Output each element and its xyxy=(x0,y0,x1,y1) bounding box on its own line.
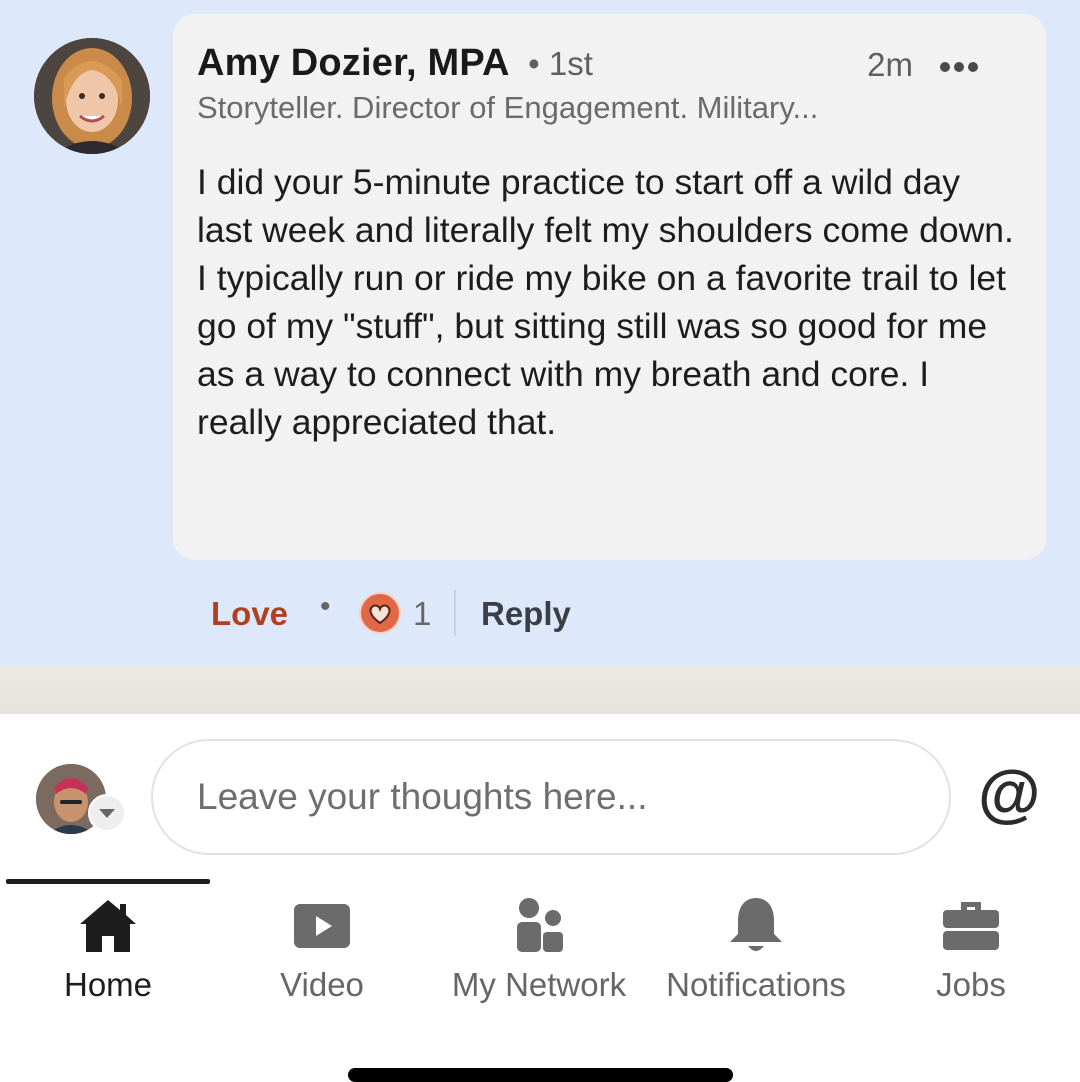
comment-composer: @ xyxy=(0,714,1080,874)
more-dots-graphic xyxy=(940,62,978,72)
heart-reaction-icon[interactable] xyxy=(359,592,401,634)
bottom-nav-bar: Home Video My Network Notifications Jobs xyxy=(0,876,1080,1080)
home-icon xyxy=(80,900,136,952)
comment-text: I did your 5-minute practice to start of… xyxy=(197,162,1014,442)
reaction-count[interactable]: 1 xyxy=(413,595,431,633)
nav-label-video: Video xyxy=(280,966,364,1003)
comment-actions: Love • 1 Reply xyxy=(211,590,811,640)
active-tab-indicator xyxy=(6,879,210,884)
author-row: Amy Dozier, MPA • 1st 2m xyxy=(197,42,1017,88)
love-reaction-button[interactable]: Love xyxy=(211,595,288,633)
mention-icon[interactable]: @ xyxy=(978,756,1040,830)
action-divider xyxy=(454,590,456,636)
video-icon xyxy=(294,904,350,948)
author-avatar-image xyxy=(34,38,150,154)
more-horizontal-icon[interactable] xyxy=(939,50,979,73)
comment-input[interactable] xyxy=(151,739,951,855)
author-name[interactable]: Amy Dozier, MPA xyxy=(197,42,510,84)
chevron-down-icon[interactable] xyxy=(88,794,126,832)
heart-graphic xyxy=(369,604,391,625)
comment-bubble: Amy Dozier, MPA • 1st 2m Storyteller. Di… xyxy=(173,14,1046,560)
nav-item-notifications[interactable]: Notifications xyxy=(648,890,864,1020)
nav-item-video[interactable]: Video xyxy=(214,890,430,1020)
nav-label-my-network: My Network xyxy=(451,966,627,1003)
briefcase-icon xyxy=(943,902,999,950)
network-icon xyxy=(517,898,563,952)
author-avatar[interactable] xyxy=(34,38,150,154)
bell-icon xyxy=(730,898,782,951)
reply-button[interactable]: Reply xyxy=(481,595,571,633)
nav-label-home: Home xyxy=(63,966,153,1003)
author-headline: Storyteller. Director of Engagement. Mil… xyxy=(197,90,819,125)
caret-graphic xyxy=(99,809,115,818)
comment-thread: Amy Dozier, MPA • 1st 2m Storyteller. Di… xyxy=(0,0,1080,666)
nav-item-home[interactable]: Home xyxy=(0,890,216,1020)
section-divider xyxy=(0,666,1080,714)
connection-degree: • 1st xyxy=(528,45,593,82)
action-separator: • xyxy=(320,590,331,623)
nav-item-jobs[interactable]: Jobs xyxy=(863,890,1079,1020)
comment-time: 2m xyxy=(867,46,913,83)
nav-label-jobs: Jobs xyxy=(936,966,1006,1003)
nav-label-notifications: Notifications xyxy=(666,966,846,1003)
nav-item-my-network[interactable]: My Network xyxy=(431,890,647,1020)
